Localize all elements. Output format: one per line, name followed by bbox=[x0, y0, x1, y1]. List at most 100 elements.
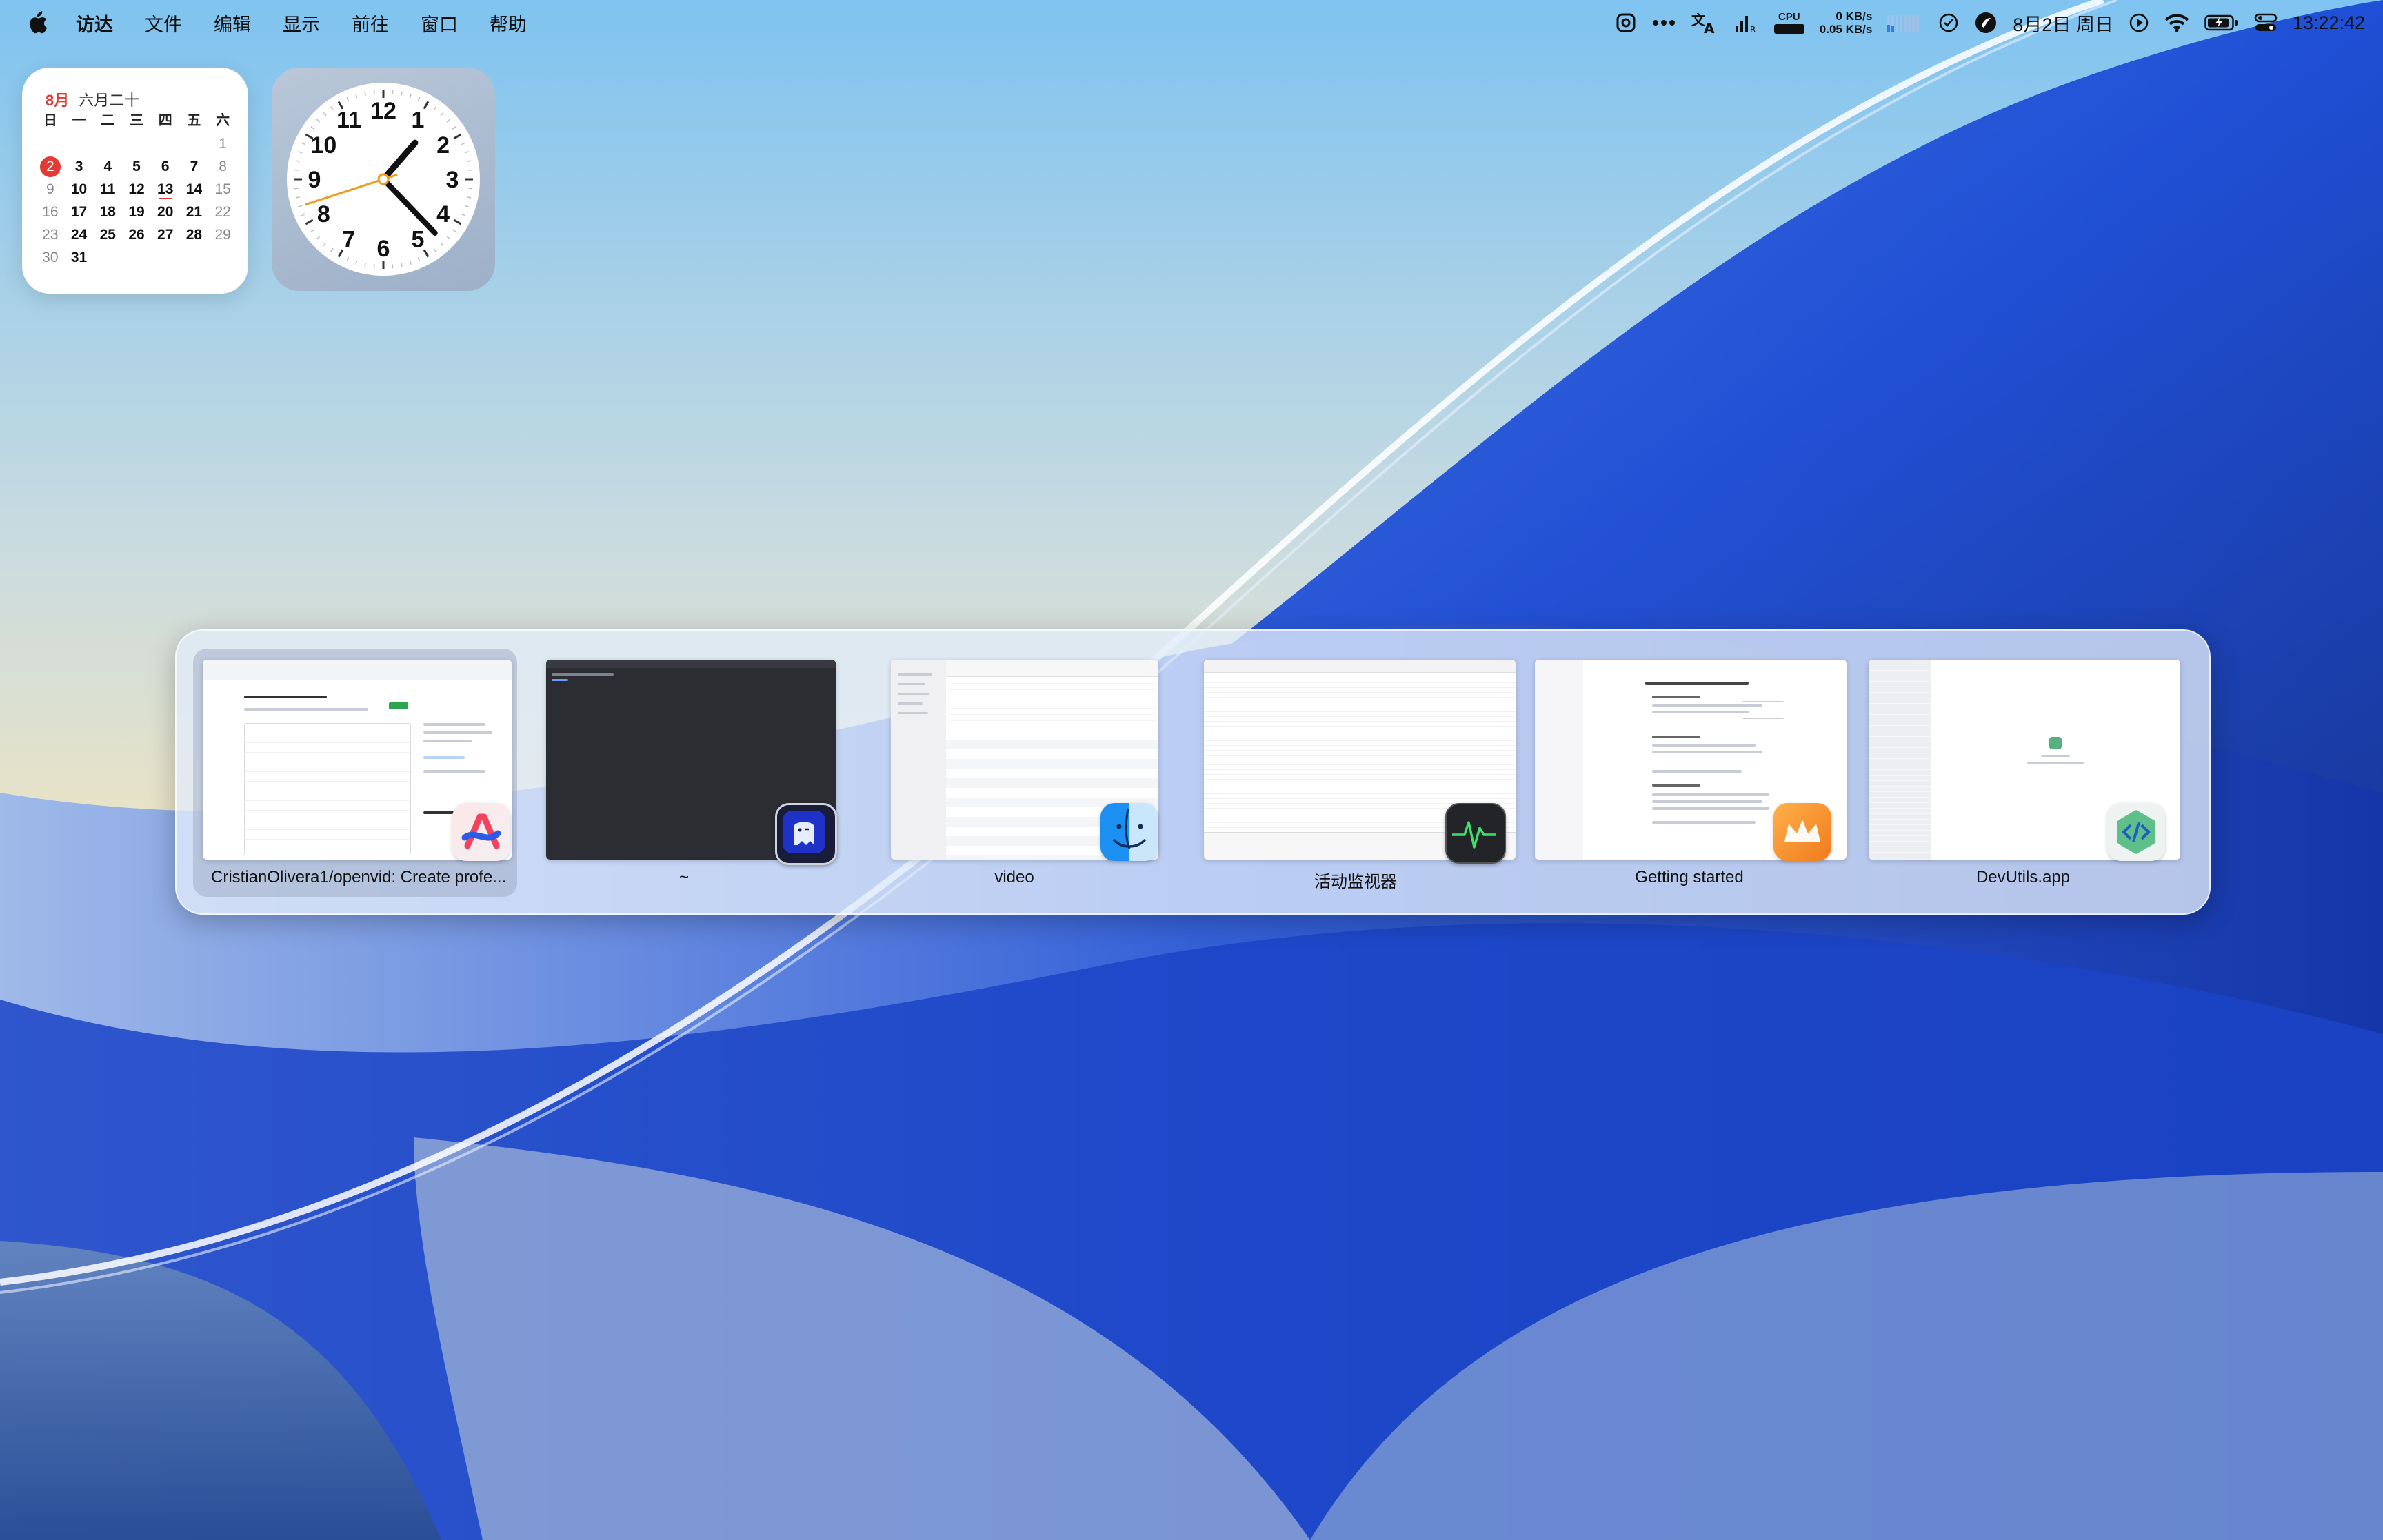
calendar-day[interactable]: 11 bbox=[93, 179, 122, 199]
switcher-item-terminal[interactable]: ~ bbox=[532, 649, 837, 897]
menu-file[interactable]: 文件 bbox=[145, 10, 182, 37]
net-download: 0.05 KB/s bbox=[1819, 23, 1873, 36]
finder-icon bbox=[1100, 803, 1158, 861]
menubar-app-icon[interactable] bbox=[1616, 12, 1636, 33]
calendar-day[interactable]: 10 bbox=[65, 179, 94, 199]
calendar-day[interactable]: 20 bbox=[151, 202, 180, 222]
more-dots-icon[interactable] bbox=[1651, 19, 1676, 27]
calendar-day[interactable]: 15 bbox=[208, 179, 237, 199]
apple-logo-icon[interactable] bbox=[25, 10, 48, 35]
music-app-icon[interactable] bbox=[1974, 11, 1998, 34]
clock-numeral: 9 bbox=[308, 167, 321, 193]
clock-tick bbox=[468, 188, 473, 190]
calendar-day[interactable]: 18 bbox=[93, 202, 122, 222]
calendar-day[interactable]: 16 bbox=[36, 202, 65, 222]
switcher-label-activity-monitor: 活动监视器 bbox=[1314, 873, 1397, 891]
input-method-icon[interactable]: R bbox=[1734, 12, 1759, 34]
weekday-header: 三 bbox=[129, 113, 143, 128]
calendar-day[interactable]: 4 bbox=[93, 156, 122, 176]
app-switcher: CristianOlivera1/openvid: Create profe..… bbox=[175, 629, 2211, 915]
switcher-item-craft[interactable]: Getting started bbox=[1524, 649, 1855, 897]
clock-numeral: 8 bbox=[317, 201, 330, 227]
switcher-item-devutils[interactable]: DevUtils.app bbox=[1858, 649, 2189, 897]
calendar-day bbox=[93, 247, 122, 267]
calendar-day[interactable]: 23 bbox=[36, 225, 65, 245]
menubar-clock[interactable]: 13:22:42 bbox=[2293, 12, 2365, 34]
calendar-day[interactable]: 22 bbox=[208, 202, 237, 222]
craft-docs-icon bbox=[1773, 803, 1831, 861]
calendar-day bbox=[122, 134, 151, 154]
switcher-label-arc: CristianOlivera1/openvid: Create profe..… bbox=[211, 868, 507, 886]
network-speed[interactable]: 0 KB/s 0.05 KB/s bbox=[1820, 10, 1873, 36]
calendar-day bbox=[151, 134, 180, 154]
switcher-label-devutils: DevUtils.app bbox=[1975, 868, 2071, 886]
battery-icon[interactable] bbox=[2204, 14, 2239, 32]
calendar-day[interactable]: 31 bbox=[65, 247, 94, 267]
app-menu[interactable]: 访达 bbox=[76, 10, 113, 37]
calendar-day[interactable]: 25 bbox=[93, 225, 122, 245]
weekday-header: 日 bbox=[43, 113, 57, 128]
calendar-day[interactable]: 24 bbox=[65, 225, 94, 245]
menu-go[interactable]: 前往 bbox=[352, 10, 389, 37]
menu-edit[interactable]: 编辑 bbox=[214, 10, 251, 37]
calendar-day[interactable]: 17 bbox=[65, 202, 94, 222]
analog-clock-face: 12 12 3 45678 9 1011 bbox=[287, 83, 480, 276]
calendar-day[interactable]: 13 bbox=[151, 179, 180, 199]
weekday-header: 五 bbox=[187, 113, 201, 128]
calendar-grid: 日一二三四五六 1 2 3 4 5 6 7 8 9 10 11 12 13 14 15 16 17 18 19 20 21… bbox=[36, 110, 237, 267]
calendar-day[interactable]: 27 bbox=[151, 225, 180, 245]
weekday-header: 一 bbox=[72, 113, 86, 128]
clock-numeral: 11 bbox=[336, 107, 361, 133]
calendar-day bbox=[180, 134, 209, 154]
calendar-day[interactable]: 12 bbox=[122, 179, 151, 199]
switcher-label-terminal: ~ bbox=[678, 868, 689, 886]
calendar-day bbox=[151, 247, 180, 267]
switcher-item-finder[interactable]: video bbox=[866, 649, 1163, 897]
calendar-day bbox=[208, 247, 237, 267]
calendar-day[interactable]: 26 bbox=[122, 225, 151, 245]
menu-window[interactable]: 窗口 bbox=[421, 10, 458, 37]
calendar-day[interactable]: 30 bbox=[36, 247, 65, 267]
calendar-day[interactable]: 14 bbox=[180, 179, 209, 199]
play-circle-icon[interactable] bbox=[2129, 12, 2149, 33]
cpu-bar bbox=[1773, 24, 1804, 34]
calendar-day[interactable]: 5 bbox=[122, 156, 151, 176]
calendar-day[interactable]: 29 bbox=[208, 225, 237, 245]
checkmark-circle-icon[interactable] bbox=[1938, 12, 1959, 33]
clock-widget[interactable]: 12 1 2 3 4 5 6 7 8 9 10 11 bbox=[272, 68, 495, 291]
clock-tick bbox=[294, 188, 299, 190]
weekday-header: 六 bbox=[216, 113, 230, 128]
activity-monitor-icon bbox=[1445, 803, 1506, 864]
arc-browser-icon bbox=[452, 803, 510, 861]
memory-bars-icon[interactable] bbox=[1887, 12, 1923, 33]
switcher-item-arc[interactable]: CristianOlivera1/openvid: Create profe..… bbox=[193, 649, 517, 897]
calendar-day[interactable]: 3 bbox=[65, 156, 94, 176]
switcher-item-activity-monitor[interactable]: 活动监视器 bbox=[1190, 649, 1521, 897]
svg-text:R: R bbox=[1750, 25, 1756, 34]
cpu-monitor[interactable]: CPU bbox=[1773, 11, 1804, 34]
clock-numeral: 7 bbox=[343, 227, 356, 253]
calendar-day[interactable]: 7 bbox=[180, 156, 209, 176]
calendar-day bbox=[36, 134, 65, 154]
svg-text:A: A bbox=[1704, 20, 1715, 34]
menu-help[interactable]: 帮助 bbox=[490, 10, 527, 37]
clock-numeral: 12 bbox=[370, 98, 396, 124]
calendar-day[interactable]: 6 bbox=[151, 156, 180, 176]
cpu-label: CPU bbox=[1778, 11, 1800, 23]
calendar-day[interactable]: 21 bbox=[180, 202, 209, 222]
calendar-day[interactable]: 1 bbox=[208, 134, 237, 154]
calendar-day bbox=[180, 247, 209, 267]
calendar-day[interactable]: 19 bbox=[122, 202, 151, 222]
control-center-icon[interactable] bbox=[2254, 12, 2278, 33]
calendar-widget[interactable]: 8月 六月二十 日一二三四五六 1 2 3 4 5 6 7 8 9 10 11 12 13 14 15 16 17… bbox=[22, 68, 248, 294]
calendar-day[interactable]: 28 bbox=[180, 225, 209, 245]
calendar-day[interactable]: 8 bbox=[208, 156, 237, 176]
calendar-day[interactable]: 2 bbox=[36, 156, 65, 177]
translate-icon[interactable]: 文A bbox=[1691, 11, 1719, 34]
menubar-date[interactable]: 8月2日 周日 bbox=[2013, 10, 2113, 37]
wifi-icon[interactable] bbox=[2164, 13, 2189, 32]
switcher-label-finder: video bbox=[994, 868, 1034, 886]
calendar-day[interactable]: 9 bbox=[36, 179, 65, 199]
menu-view[interactable]: 显示 bbox=[283, 10, 320, 37]
clock-tick bbox=[392, 90, 394, 94]
